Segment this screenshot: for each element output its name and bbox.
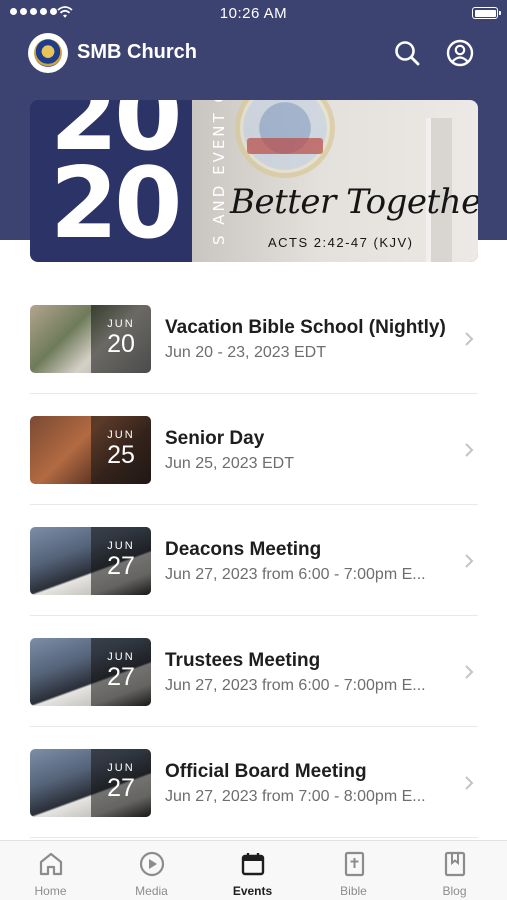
banner-year: 20 20 bbox=[50, 100, 182, 261]
chevron-right-icon bbox=[465, 665, 474, 679]
event-day: 27 bbox=[107, 663, 135, 691]
calendar-icon bbox=[241, 853, 265, 876]
event-item[interactable]: JUN 27 Official Board Meeting Jun 27, 20… bbox=[30, 727, 478, 838]
event-title: Deacons Meeting bbox=[165, 539, 322, 560]
status-time: 10:26 AM bbox=[219, 5, 288, 22]
featured-banner[interactable]: 20 20 S AND EVENT CA Better Together ACTS… bbox=[30, 100, 478, 262]
tab-label: Home bbox=[34, 884, 67, 898]
event-day: 20 bbox=[107, 330, 135, 358]
event-day: 27 bbox=[107, 552, 135, 580]
banner-verse: ACTS 2:42-47 (KJV) bbox=[268, 235, 414, 250]
event-item[interactable]: JUN 27 Deacons Meeting Jun 27, 2023 from… bbox=[30, 505, 478, 616]
event-thumbnail: JUN 20 bbox=[30, 305, 151, 373]
event-month: JUN bbox=[107, 318, 135, 330]
event-thumbnail: JUN 27 bbox=[30, 749, 151, 817]
event-day: 25 bbox=[107, 441, 135, 469]
battery-icon bbox=[472, 7, 501, 19]
book-icon bbox=[444, 851, 466, 877]
chevron-right-icon bbox=[465, 554, 474, 568]
tab-blog[interactable]: Blog bbox=[404, 841, 505, 900]
search-icon[interactable] bbox=[392, 38, 422, 68]
tab-label: Media bbox=[135, 884, 168, 898]
event-date-badge: JUN 27 bbox=[91, 638, 151, 706]
status-bar: 10:26 AM bbox=[0, 0, 507, 28]
event-date-range: Jun 27, 2023 from 7:00 - 8:00pm E... bbox=[165, 788, 426, 805]
banner-title: Better Together bbox=[230, 182, 478, 222]
event-thumbnail: JUN 25 bbox=[30, 416, 151, 484]
tab-home[interactable]: Home bbox=[0, 841, 101, 900]
chevron-right-icon bbox=[465, 776, 474, 790]
home-icon bbox=[39, 852, 63, 876]
event-month: JUN bbox=[107, 762, 135, 774]
event-month: JUN bbox=[107, 429, 135, 441]
event-title: Vacation Bible School (Nightly) bbox=[165, 317, 446, 338]
tab-label: Bible bbox=[340, 884, 367, 898]
tab-bible[interactable]: Bible bbox=[303, 841, 404, 900]
profile-icon[interactable] bbox=[445, 38, 475, 68]
chevron-right-icon bbox=[465, 332, 474, 346]
event-date-range: Jun 27, 2023 from 6:00 - 7:00pm E... bbox=[165, 677, 426, 694]
event-item[interactable]: JUN 27 Trustees Meeting Jun 27, 2023 fro… bbox=[30, 616, 478, 727]
event-day: 27 bbox=[107, 774, 135, 802]
event-item[interactable]: JUN 25 Senior Day Jun 25, 2023 EDT bbox=[30, 394, 478, 505]
tab-media[interactable]: Media bbox=[101, 841, 202, 900]
event-thumbnail: JUN 27 bbox=[30, 527, 151, 595]
banner-vertical-text: S AND EVENT CA bbox=[210, 100, 228, 245]
event-date-badge: JUN 20 bbox=[91, 305, 151, 373]
chevron-right-icon bbox=[465, 443, 474, 457]
app-header: SMB Church bbox=[0, 32, 507, 74]
event-date-badge: JUN 27 bbox=[91, 527, 151, 595]
event-title: Trustees Meeting bbox=[165, 650, 321, 671]
event-title: Official Board Meeting bbox=[165, 761, 367, 782]
app-title: SMB Church bbox=[77, 41, 197, 63]
tab-bar: Home Media Events Bible Blog bbox=[0, 840, 507, 900]
event-date-badge: JUN 27 bbox=[91, 749, 151, 817]
event-date-range: Jun 20 - 23, 2023 EDT bbox=[165, 344, 326, 361]
play-icon bbox=[139, 851, 165, 877]
church-logo[interactable] bbox=[28, 33, 68, 73]
event-date-range: Jun 27, 2023 from 6:00 - 7:00pm E... bbox=[165, 566, 426, 583]
church-seal-band bbox=[247, 138, 323, 154]
bible-icon bbox=[344, 851, 365, 877]
event-item[interactable]: JUN 20 Vacation Bible School (Nightly) J… bbox=[30, 283, 478, 394]
tab-label: Events bbox=[232, 884, 273, 898]
event-date-badge: JUN 25 bbox=[91, 416, 151, 484]
event-date-range: Jun 25, 2023 EDT bbox=[165, 455, 294, 472]
events-list: JUN 20 Vacation Bible School (Nightly) J… bbox=[30, 283, 478, 838]
event-month: JUN bbox=[107, 651, 135, 663]
tab-label: Blog bbox=[442, 884, 467, 898]
event-month: JUN bbox=[107, 540, 135, 552]
tab-events[interactable]: Events bbox=[202, 841, 303, 900]
event-title: Senior Day bbox=[165, 428, 265, 449]
event-thumbnail: JUN 27 bbox=[30, 638, 151, 706]
